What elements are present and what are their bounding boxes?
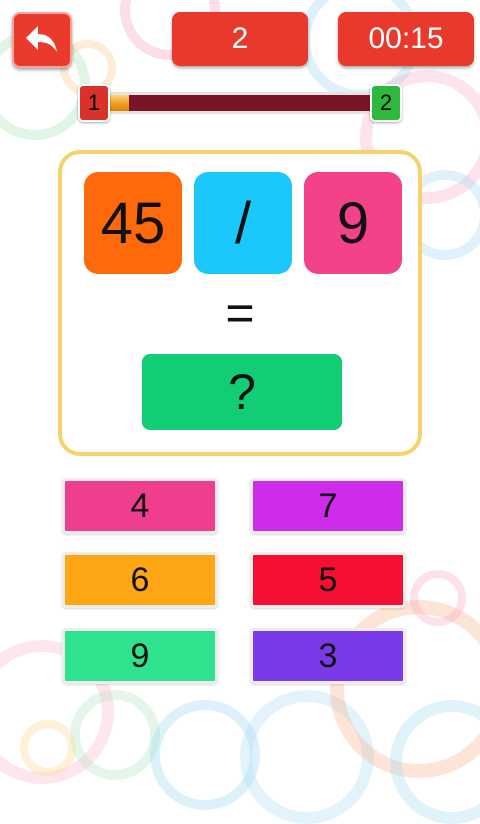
background-ring	[330, 600, 480, 778]
answer-choice-button[interactable]: 9	[62, 628, 218, 684]
answer-choice-button[interactable]: 5	[250, 552, 406, 608]
operand-a-tile: 45	[84, 172, 182, 274]
answer-box: ?	[142, 354, 342, 430]
level-display: 2	[172, 12, 308, 66]
operand-b-tile: 9	[304, 172, 402, 274]
level-progress: 1 2	[78, 84, 402, 124]
back-arrow-icon	[24, 24, 60, 56]
end-level-chip: 2	[370, 84, 402, 122]
answer-choice-button[interactable]: 3	[250, 628, 406, 684]
back-button[interactable]	[12, 12, 72, 68]
answer-choice-button[interactable]: 6	[62, 552, 218, 608]
answer-choice-button[interactable]: 7	[250, 478, 406, 534]
background-ring	[240, 690, 374, 824]
start-level-chip: 1	[78, 84, 110, 122]
question-panel: 45 / 9 = ?	[58, 150, 422, 456]
background-ring	[410, 570, 466, 626]
answer-choice-button[interactable]: 4	[62, 478, 218, 534]
timer-display: 00:15	[338, 12, 474, 66]
operator-tile: /	[194, 172, 292, 274]
progress-track	[98, 92, 384, 114]
background-ring	[150, 700, 260, 810]
background-ring	[390, 700, 480, 824]
background-ring	[70, 690, 160, 780]
equals-sign: =	[225, 285, 255, 341]
